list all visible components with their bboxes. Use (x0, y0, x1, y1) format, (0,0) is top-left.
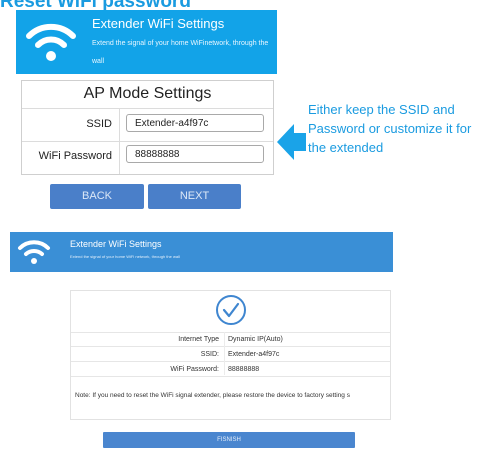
ssid-summary-label: SSID: (200, 351, 219, 358)
next-button[interactable]: NEXT (148, 184, 241, 209)
divider (119, 108, 120, 174)
banner-subtitle: Extend the signal of your home WiFinetwo… (92, 40, 269, 65)
check-circle-icon (216, 295, 246, 325)
internet-type-label: Internet Type (178, 336, 219, 343)
banner-title: Extender WiFi Settings (92, 16, 225, 31)
divider (224, 332, 225, 375)
divider (71, 361, 390, 362)
confirmation-panel: Internet Type Dynamic IP(Auto) SSID: Ext… (70, 290, 391, 420)
wifi-password-summary-value: 88888888 (228, 366, 260, 373)
wifi-icon (26, 23, 76, 61)
wifi-icon (18, 240, 50, 264)
divider (22, 108, 273, 109)
wifi-password-label: WiFi Password (38, 150, 112, 162)
extender-banner: Extender WiFi Settings Extend the signal… (16, 10, 277, 74)
reset-note: Note: If you need to reset the WiFi sign… (75, 392, 350, 399)
internet-type-value: Dynamic IP(Auto) (228, 336, 283, 343)
back-button[interactable]: BACK (50, 184, 144, 209)
left-arrow-icon (277, 124, 306, 160)
divider (22, 141, 273, 142)
wifi-password-summary-label: WiFi Password: (170, 366, 219, 373)
extender-banner-confirmation: Extender WiFi Settings Extend the signal… (10, 232, 393, 272)
ssid-summary-value: Extender-a4f97c (228, 351, 280, 358)
divider (71, 332, 390, 333)
ssid-label: SSID (86, 118, 112, 130)
banner-title: Extender WiFi Settings (70, 239, 162, 249)
callout-text: Either keep the SSID and Password or cus… (308, 102, 472, 155)
wifi-password-input[interactable]: 88888888 (126, 145, 264, 163)
ap-mode-title: AP Mode Settings (83, 85, 212, 102)
finish-button[interactable]: FISNISH (103, 432, 355, 448)
divider (71, 376, 390, 377)
banner-subtitle: Extend the signal of your home WiFi netw… (70, 254, 180, 259)
ap-mode-settings-panel: AP Mode Settings SSID Extender-a4f97c Wi… (21, 80, 274, 175)
divider (71, 346, 390, 347)
ssid-input[interactable]: Extender-a4f97c (126, 114, 264, 132)
